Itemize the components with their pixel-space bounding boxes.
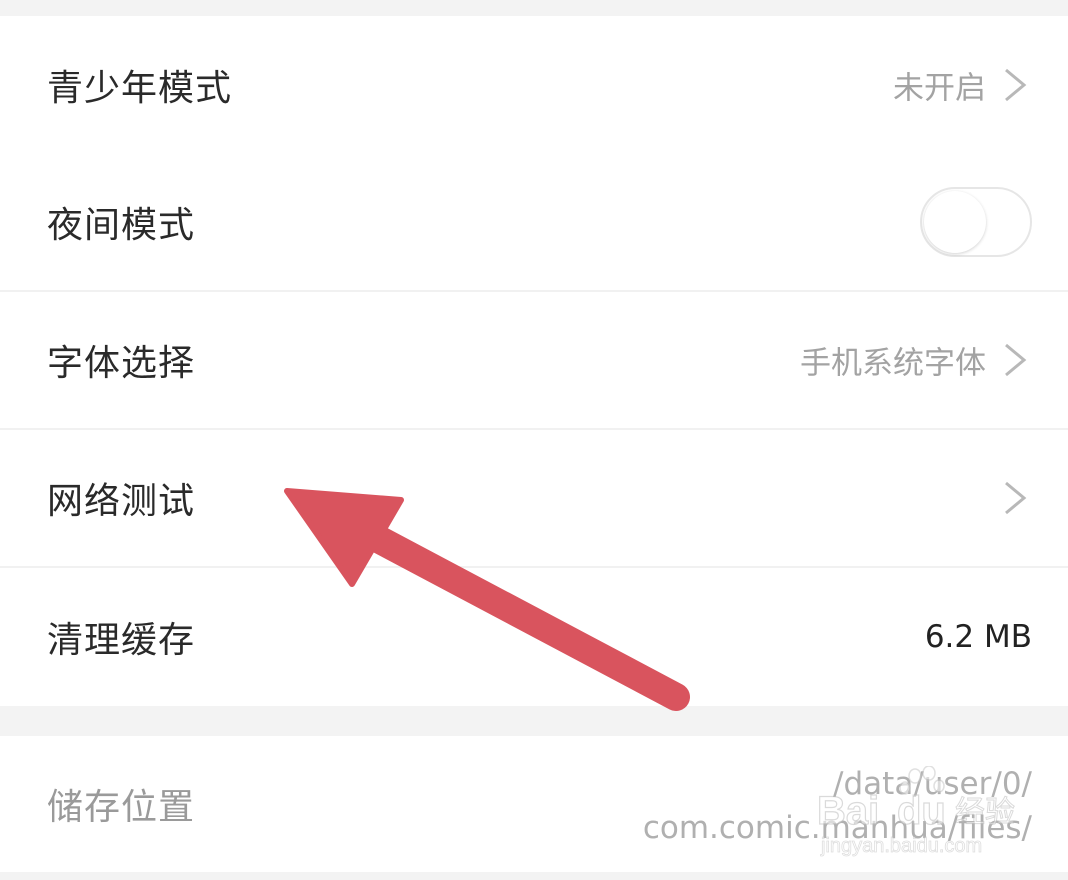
storage-location-label: 储存位置 [47,787,196,828]
svg-text:du: du [897,789,946,833]
font-select-value: 手机系统字体 [800,345,986,382]
svg-text:经验: 经验 [955,795,1015,830]
chevron-right-icon [1002,67,1028,103]
settings-group-main: 青少年模式 未开启 夜间模式 字体选择 手机系统字体 网络测试 清理缓存 6.2… [0,16,1068,706]
top-spacer [0,0,1068,16]
baidu-watermark-logo: Bai du 经验 jingyan.baidu.com [816,766,1016,857]
clear-cache-label: 清理缓存 [47,620,196,661]
teen-mode-label: 青少年模式 [47,68,233,109]
setting-row-teen-mode[interactable]: 青少年模式 未开启 [0,16,1068,154]
setting-row-font[interactable]: 字体选择 手机系统字体 [0,292,1068,430]
chevron-right-icon [1002,480,1028,516]
setting-row-clear-cache[interactable]: 清理缓存 6.2 MB [0,568,1068,706]
network-test-label: 网络测试 [47,481,196,522]
svg-text:Bai: Bai [817,789,879,833]
setting-row-night-mode: 夜间模式 [0,154,1068,292]
teen-mode-value: 未开启 [893,70,986,107]
font-select-label: 字体选择 [47,343,196,384]
setting-row-network-test[interactable]: 网络测试 [0,430,1068,568]
toggle-knob [924,191,986,253]
night-mode-toggle[interactable] [920,187,1032,257]
chevron-right-icon [1002,342,1028,378]
night-mode-label: 夜间模式 [47,205,196,246]
svg-text:jingyan.baidu.com: jingyan.baidu.com [820,835,982,857]
cache-size-value: 6.2 MB [924,619,1032,655]
